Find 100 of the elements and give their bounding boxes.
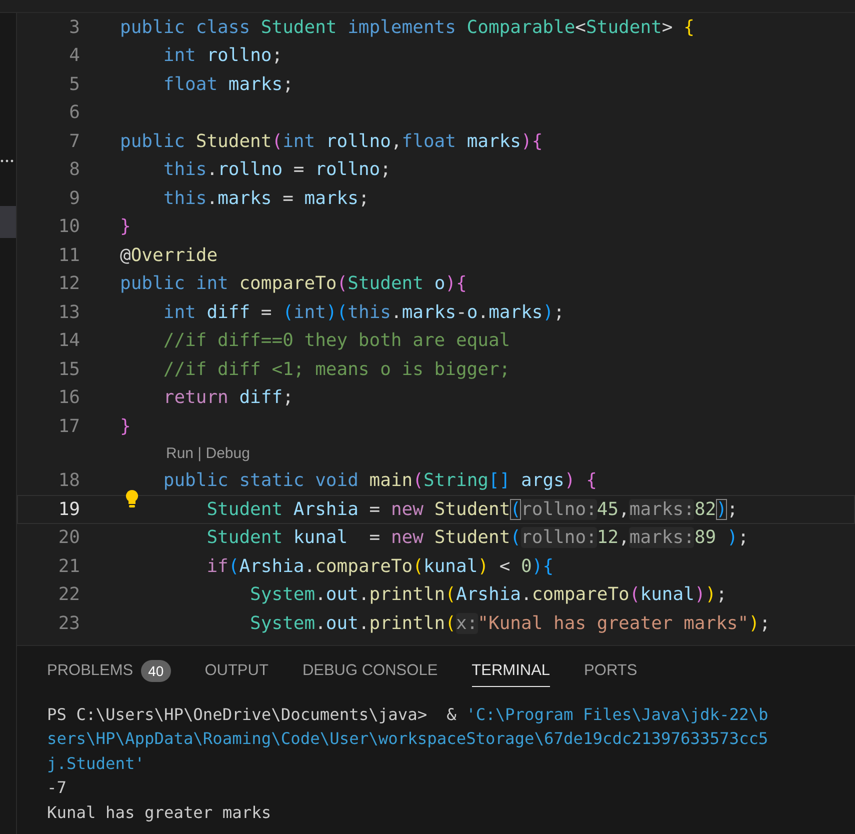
function-name: Student [196, 130, 272, 152]
line-number: 3 [68, 16, 80, 38]
code-text: @ [120, 244, 131, 266]
code-text: ; [716, 584, 727, 606]
line-number: 14 [57, 330, 80, 352]
inlay-hint: rollno: [521, 527, 597, 548]
line-number: 13 [57, 302, 80, 323]
type-name: System [250, 584, 316, 606]
line-number: 20 [57, 527, 80, 548]
terminal-text: sers\HP\AppData\Roaming\Code\User\workspaceStorage\67de19cdc21397633573cc5 [47, 729, 768, 748]
keyword: if [206, 556, 228, 577]
code-text: . [358, 612, 370, 634]
identifier: rollno [326, 130, 391, 152]
line-number: 18 [57, 470, 80, 492]
lightbulb-icon[interactable] [125, 488, 139, 509]
function-name: compareTo [239, 273, 337, 294]
bracket: ) [564, 470, 576, 492]
bracket: ) [445, 273, 456, 294]
code-text: = [282, 188, 294, 209]
keyword: int [282, 130, 316, 152]
keyword: this [163, 188, 207, 209]
code-text: = [292, 159, 306, 180]
type-name: Student [260, 16, 337, 38]
keyword: int [293, 302, 326, 323]
identifier: o [434, 273, 446, 294]
bracket: ( [412, 556, 424, 577]
function-name: Student [434, 527, 510, 548]
line-number: 19 [57, 498, 80, 520]
bracket: { [456, 273, 467, 294]
comment: //if diff==0 they both are equal [163, 330, 510, 352]
bracket: ) [694, 584, 706, 606]
keyword: this [163, 159, 207, 180]
terminal-text: -7 [47, 778, 66, 798]
code-text: , [618, 498, 630, 520]
code-text: . [304, 556, 316, 577]
number-literal: 89 [694, 527, 716, 548]
identifier: o [466, 302, 478, 323]
bracket: ( [272, 130, 283, 152]
terminal-text: j.Student' [47, 754, 144, 773]
line-number: 7 [68, 130, 80, 152]
inlay-hint: x: [456, 612, 478, 634]
number-literal: 82 [694, 498, 716, 520]
identifier: Arshia [293, 498, 358, 520]
panel-tab[interactable]: TERMINAL [472, 656, 550, 686]
bracket: ( [336, 273, 348, 294]
code-text: = [368, 498, 382, 520]
keyword: public int [120, 273, 230, 294]
terminal-text: PS C:\Users\HP\OneDrive\Documents\java> & [47, 704, 458, 724]
code-text: . [206, 188, 218, 209]
bracket: ) [542, 302, 554, 323]
bracket: { [684, 16, 694, 38]
identifier: rollno [218, 159, 283, 180]
line-number: 12 [57, 273, 80, 294]
code-text: , [618, 527, 630, 548]
type-name: Student [206, 527, 284, 548]
keyword: public class [120, 16, 252, 38]
keyword: this [348, 302, 391, 323]
bracket: ) [726, 527, 738, 548]
code-text: ; [282, 387, 294, 408]
bracket: { [542, 556, 554, 577]
line-number: 4 [68, 45, 80, 66]
inlay-hint: marks: [629, 527, 694, 548]
bracket: [] [488, 470, 510, 492]
panel-tab[interactable]: DEBUG CONSOLE [302, 656, 438, 686]
bracket: ( [228, 556, 240, 577]
code-text: > [662, 16, 674, 38]
identifier: Arshia [456, 584, 522, 606]
code-text: ; [358, 188, 370, 209]
panel-tab[interactable]: OUTPUT [204, 656, 268, 686]
identifier: out [326, 612, 358, 634]
line-number: 9 [68, 188, 80, 209]
identifier: diff [206, 302, 250, 323]
more-icon[interactable] [0, 159, 14, 163]
identifier: marks [488, 302, 543, 323]
code-text: ; [272, 45, 283, 66]
line-number: 17 [57, 416, 80, 437]
bracket: ) [532, 556, 543, 577]
line-number: 11 [57, 244, 80, 266]
line-number: 10 [57, 216, 80, 238]
type-name: System [250, 612, 316, 634]
bracket: ( [510, 527, 522, 548]
bracket: { [532, 130, 543, 152]
codelens-link[interactable]: Run | Debug [166, 445, 250, 462]
code-text: . [521, 584, 532, 606]
identifier: marks [228, 74, 283, 95]
code-text: . [315, 612, 326, 634]
keyword: implements [346, 16, 457, 38]
count-badge: 40 [141, 660, 171, 682]
comment: //if diff <1; means o is bigger; [163, 358, 510, 380]
code-text: < [498, 556, 512, 577]
code-text: = [368, 527, 382, 548]
panel-tab[interactable]: PROBLEMS 40 [47, 654, 171, 688]
type-name: Comparable [466, 16, 576, 38]
code-text: ; [759, 612, 770, 634]
identifier: marks [218, 188, 272, 209]
type-name: Student [206, 498, 284, 520]
keyword: int [163, 45, 197, 66]
type-name: Student [586, 16, 662, 38]
panel-tab[interactable]: PORTS [584, 656, 638, 686]
number-literal: 0 [521, 556, 532, 577]
